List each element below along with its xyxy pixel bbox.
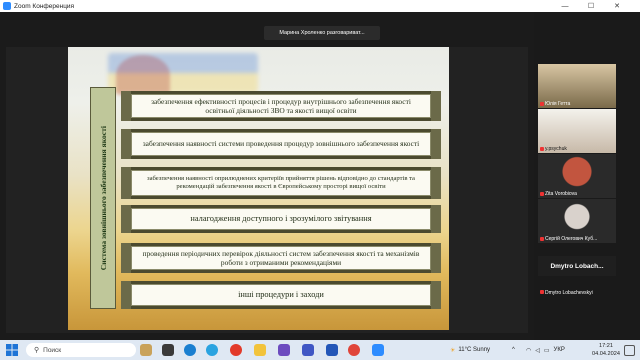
slide-item-4: налагодження доступного і зрозумілого зв… — [121, 205, 441, 233]
search-icon: ⚲ — [34, 347, 40, 354]
clock[interactable]: 17:21 04.04.2024 — [592, 342, 620, 358]
word-icon[interactable] — [326, 344, 338, 356]
sun-icon: ☀ — [450, 347, 456, 354]
participant-name: Юлія Гетта — [545, 101, 571, 107]
muted-mic-icon — [540, 290, 544, 294]
weather-widget[interactable]: ☀ 11°C Sunny — [450, 340, 490, 360]
participant-label: Dmytro Lobachevskyi — [540, 290, 593, 296]
zoom-logo-icon — [3, 2, 11, 10]
active-speaker-banner: Марина Хроленко разговариват... — [264, 26, 380, 40]
participant-tile[interactable]: y.psychuk — [538, 109, 616, 153]
windows-start-icon[interactable] — [6, 344, 18, 356]
participant-tile-name-only[interactable]: Dmytro Lobach... — [538, 256, 616, 276]
tray-icons[interactable]: ◠ ◁ ▭ УКР — [526, 340, 565, 360]
presentation-slide: Система зовнішнього забезпечення якості … — [68, 47, 449, 330]
app-icon[interactable] — [278, 344, 290, 356]
viber-icon[interactable] — [302, 344, 314, 356]
wifi-icon: ◠ — [526, 347, 532, 354]
meeting-stage: Марина Хроленко разговариват... Система … — [0, 12, 534, 340]
clock-date: 04.04.2024 — [592, 351, 620, 357]
telegram-icon[interactable] — [206, 344, 218, 356]
minimize-button[interactable]: — — [554, 0, 576, 12]
search-placeholder: Поиск — [43, 346, 62, 354]
muted-mic-icon — [540, 101, 544, 106]
slide-item-2: забезпечення наявності системи проведенн… — [121, 129, 441, 159]
close-button[interactable]: ✕ — [606, 0, 628, 12]
taskbar-search[interactable]: ⚲ Поиск — [26, 343, 136, 357]
vertical-title-bar: Система зовнішнього забезпечення якості — [90, 87, 116, 309]
edge-browser-icon[interactable] — [184, 344, 196, 356]
slide-item-1: забезпечення ефективності процесів і про… — [121, 91, 441, 121]
window-titlebar: Zoom Конференция — ☐ ✕ — [0, 0, 640, 12]
participant-name: y.psychuk — [545, 146, 567, 152]
window-title: Zoom Конференция — [14, 2, 75, 10]
participant-tile[interactable]: Сергій Олегович Куб... — [538, 199, 616, 243]
battery-icon: ▭ — [543, 347, 550, 354]
file-explorer-icon[interactable] — [254, 344, 266, 356]
participant-gallery: Юлія Гетта y.psychuk Zita Vorobiova Серг… — [534, 12, 640, 340]
deer-widget-icon[interactable] — [140, 344, 152, 356]
slide-item-3: забезпечення наявності оприлюднених крит… — [121, 167, 441, 199]
university-emblem-watermark — [116, 55, 170, 95]
vertical-title: Система зовнішнього забезпечення якості — [98, 125, 108, 271]
zoom-taskbar-icon[interactable] — [372, 344, 384, 356]
task-view-icon[interactable] — [162, 344, 174, 356]
hidden-icons-button[interactable]: ^ — [512, 340, 515, 360]
chrome-icon[interactable] — [348, 344, 360, 356]
participant-tile[interactable]: Юлія Гетта — [538, 64, 616, 108]
clock-time: 17:21 — [599, 343, 613, 349]
language-indicator: УКР — [553, 347, 565, 353]
participant-name: Сергій Олегович Куб... — [545, 236, 598, 242]
muted-mic-icon — [540, 236, 544, 241]
notifications-icon[interactable] — [624, 345, 635, 356]
muted-mic-icon — [540, 146, 544, 151]
screen-share-area: Система зовнішнього забезпечення якості … — [6, 47, 528, 333]
slide-item-6: інші процедури і заходи — [121, 281, 441, 309]
speaker-icon: ◁ — [535, 347, 540, 354]
participant-tile[interactable]: Zita Vorobiova — [538, 154, 616, 198]
maximize-button[interactable]: ☐ — [580, 0, 602, 12]
muted-mic-icon — [540, 191, 544, 196]
slide-item-5: проведення періодичних перевірок діяльно… — [121, 243, 441, 273]
taskbar: ⚲ Поиск ☀ 11°C Sunny ^ ◠ ◁ ▭ УКР 17:21 0… — [0, 340, 640, 360]
participant-name: Zita Vorobiova — [545, 191, 577, 197]
opera-icon[interactable] — [230, 344, 242, 356]
